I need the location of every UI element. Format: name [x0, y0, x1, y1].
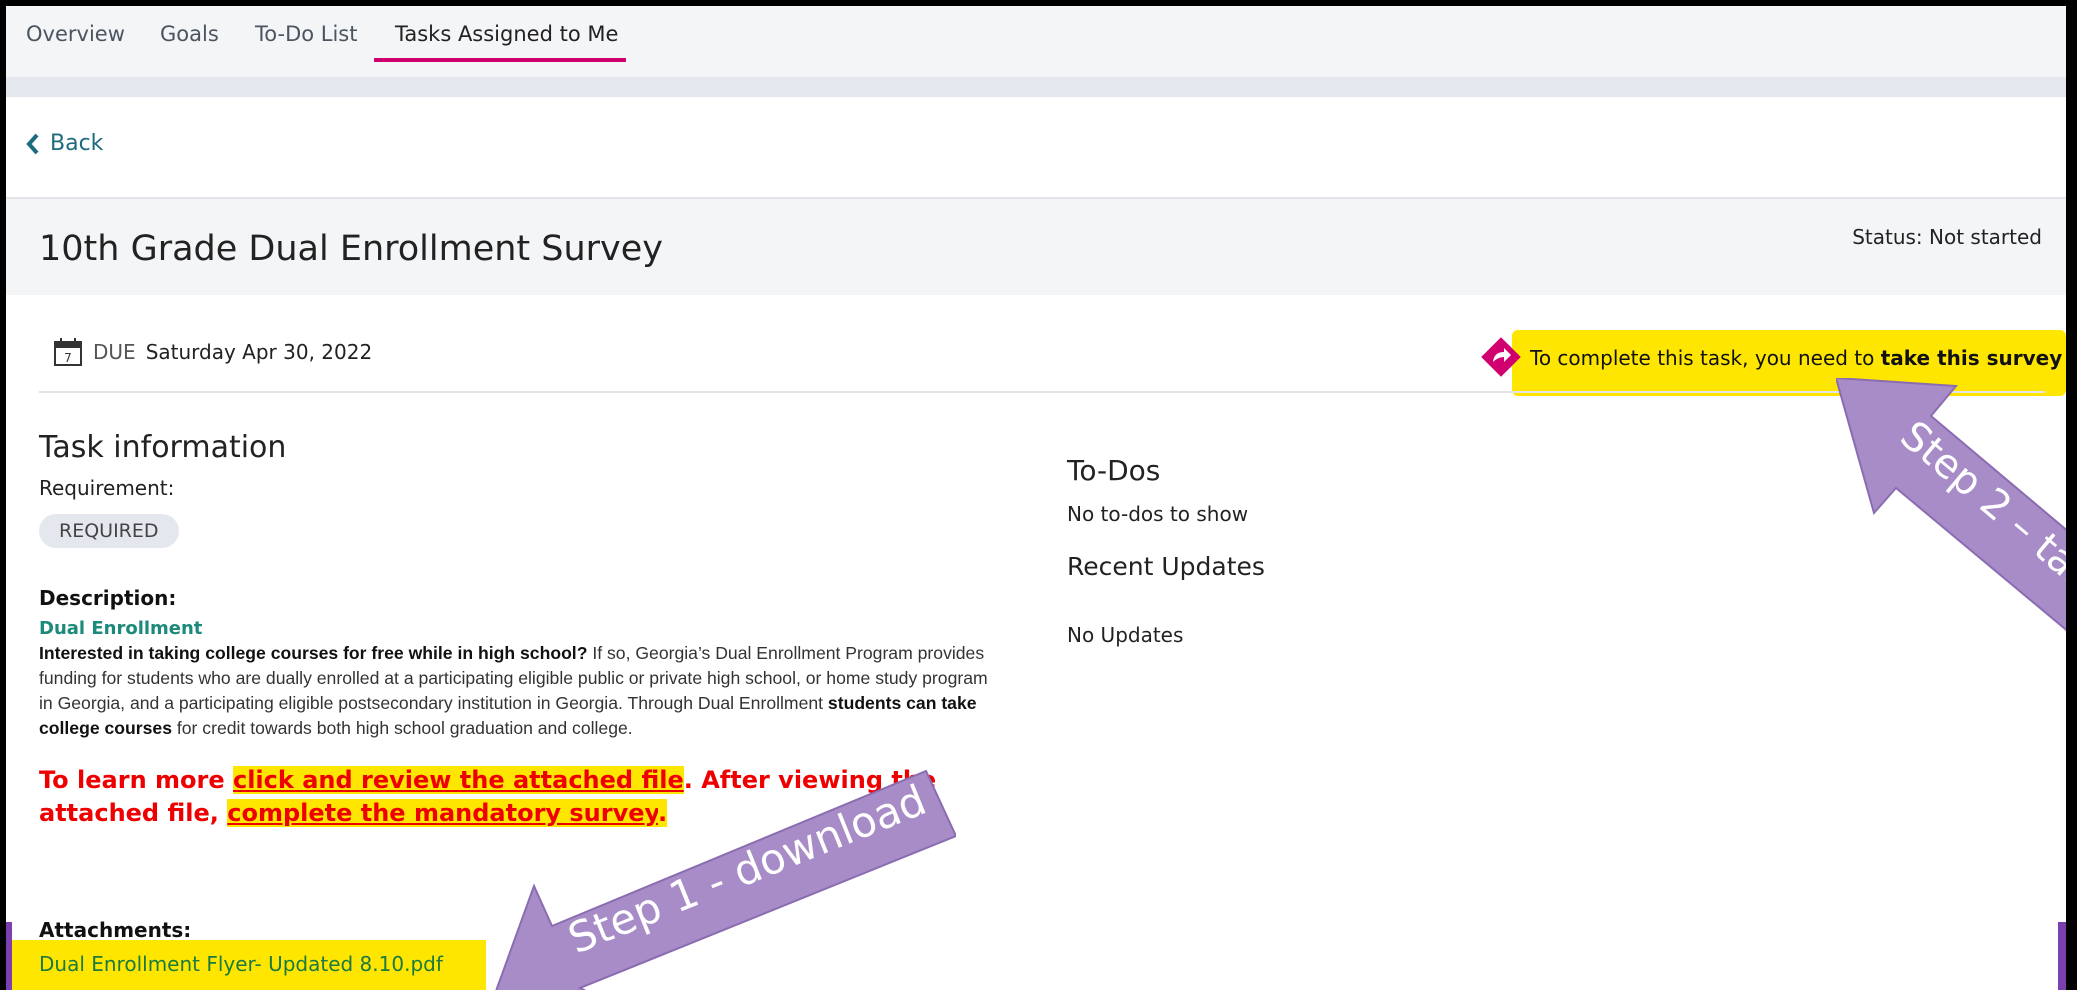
- tab-goals[interactable]: Goals: [160, 22, 219, 46]
- description-text-2: for credit towards both high school grad…: [172, 718, 633, 738]
- requirement-label: Requirement:: [39, 476, 175, 500]
- tab-tasks-assigned[interactable]: Tasks Assigned to Me: [395, 22, 618, 46]
- attachment-link[interactable]: Dual Enrollment Flyer- Updated 8.10.pdf: [39, 952, 443, 976]
- step2-annotation-arrow: Step 2 – take: [1836, 378, 2066, 631]
- description-bold-1: Interested in taking college courses for…: [39, 643, 588, 663]
- task-info-heading: Task information: [39, 430, 287, 465]
- header-band: [6, 77, 2066, 97]
- description-heading: Dual Enrollment: [39, 618, 203, 639]
- due-label: DUE: [93, 340, 136, 364]
- step1-annotation-arrow: Step 1 - download: [495, 769, 956, 990]
- learn-more-text-1: To learn more: [39, 766, 233, 794]
- back-button[interactable]: Back: [26, 131, 103, 156]
- todos-empty-text: No to-dos to show: [1067, 502, 1249, 526]
- title-band: 10th Grade Dual Enrollment Survey Status…: [6, 197, 2066, 295]
- active-tab-indicator: [374, 58, 626, 62]
- survey-diamond-icon: [1481, 337, 1521, 377]
- updates-empty-text: No Updates: [1067, 623, 1184, 647]
- todos-heading: To-Dos: [1067, 454, 1161, 487]
- svg-text:7: 7: [64, 351, 72, 365]
- back-label: Back: [50, 131, 104, 156]
- description-body: Interested in taking college courses for…: [39, 641, 999, 741]
- status-text: Status: Not started: [1852, 225, 2042, 249]
- purple-edge-left: [6, 922, 12, 990]
- step1-label: Step 1 - download: [561, 775, 932, 963]
- complete-prefix: To complete this task, you need to: [1530, 346, 1881, 370]
- page-title: 10th Grade Dual Enrollment Survey: [39, 229, 664, 269]
- tab-todo-list[interactable]: To-Do List: [255, 22, 357, 46]
- tab-overview[interactable]: Overview: [26, 22, 125, 46]
- due-date-row: 7 DUE Saturday Apr 30, 2022: [53, 337, 372, 367]
- chevron-left-icon: [26, 133, 39, 154]
- description-label: Description:: [39, 586, 177, 610]
- back-row: Back: [6, 97, 2066, 197]
- divider: [39, 391, 2045, 393]
- recent-updates-heading: Recent Updates: [1067, 552, 1265, 581]
- task-detail-page: Overview Goals To-Do List Tasks Assigned…: [6, 6, 2066, 990]
- attachments-label: Attachments:: [39, 918, 192, 942]
- requirement-badge: REQUIRED: [39, 514, 179, 548]
- purple-edge-right: [2058, 922, 2066, 990]
- due-date: Saturday Apr 30, 2022: [145, 340, 373, 364]
- take-survey-link[interactable]: take this survey: [1881, 346, 2063, 370]
- tab-bar: Overview Goals To-Do List Tasks Assigned…: [6, 6, 2066, 77]
- calendar-icon: 7: [54, 338, 82, 366]
- complete-task-instruction: To complete this task, you need to take …: [1530, 346, 2062, 370]
